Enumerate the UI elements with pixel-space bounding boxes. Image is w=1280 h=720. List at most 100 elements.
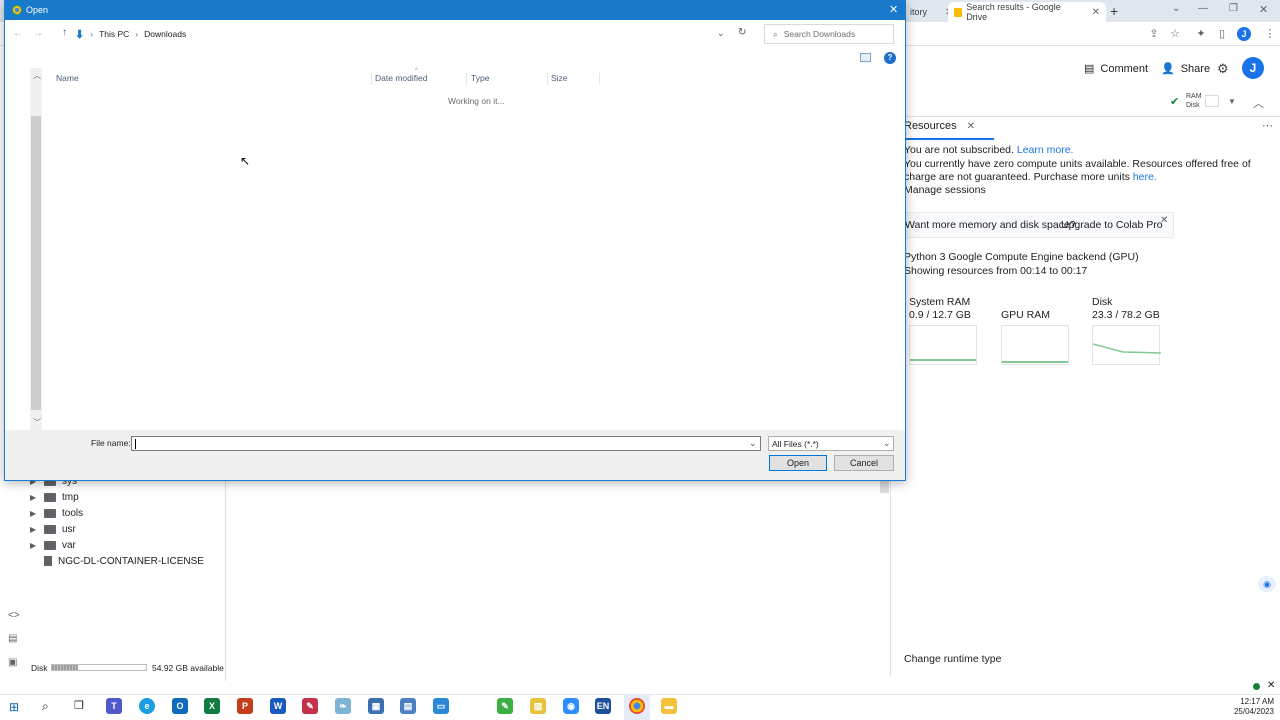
- restore-window-icon[interactable]: ❐: [1229, 3, 1238, 14]
- breadcrumb-downloads[interactable]: Downloads: [144, 29, 186, 39]
- share-button[interactable]: 👤 Share: [1161, 62, 1210, 76]
- assistant-icon[interactable]: ◉: [1258, 576, 1276, 592]
- code-snippets-icon[interactable]: <>: [8, 610, 20, 621]
- upsell-text: Want more memory and disk space?: [905, 219, 1076, 231]
- open-button[interactable]: Open: [769, 455, 827, 471]
- folder-icon: [44, 540, 56, 550]
- command-palette-icon[interactable]: ▤: [8, 633, 17, 644]
- close-tab-icon[interactable]: ✕: [1092, 7, 1100, 18]
- edge-icon[interactable]: e: [139, 698, 155, 714]
- folder-name: tmp: [62, 491, 79, 503]
- new-tab-button[interactable]: +: [1110, 3, 1118, 19]
- runtime-dropdown-icon[interactable]: ▼: [1228, 97, 1236, 106]
- expand-arrow-icon[interactable]: ▶: [30, 541, 38, 550]
- panel-more-icon[interactable]: ⋯: [1262, 119, 1273, 132]
- taskbar-search-icon[interactable]: ⌕: [42, 699, 49, 714]
- sticky-notes-icon[interactable]: ▨: [530, 698, 546, 714]
- settings-gear-icon[interactable]: ⚙: [1217, 61, 1229, 77]
- ram-disk-indicator[interactable]: RAM Disk: [1186, 92, 1202, 110]
- browser-tab-google-drive[interactable]: Search results - Google Drive ✕: [948, 2, 1106, 22]
- side-panel-icon[interactable]: ▯: [1214, 26, 1230, 42]
- scroll-up-icon[interactable]: ︿: [33, 70, 41, 81]
- folder-name: usr: [62, 523, 76, 535]
- outlook-icon[interactable]: O: [172, 698, 188, 714]
- teams-icon[interactable]: T: [106, 698, 122, 714]
- learn-more-link[interactable]: Learn more.: [1017, 144, 1074, 156]
- tree-folder[interactable]: ▶ usr: [30, 521, 76, 537]
- tree-folder[interactable]: ▶ tmp: [30, 489, 79, 505]
- here-link[interactable]: here.: [1133, 171, 1157, 183]
- dismiss-banner-icon[interactable]: ✕: [1160, 215, 1168, 226]
- chevron-down-icon[interactable]: ⌄: [1172, 3, 1180, 14]
- file-name-input[interactable]: ⌄: [131, 436, 761, 451]
- chrome-taskbar-icon[interactable]: [629, 698, 645, 714]
- profile-avatar[interactable]: J: [1237, 27, 1251, 41]
- help-icon[interactable]: ?: [884, 52, 896, 64]
- task-view-icon[interactable]: ❒: [74, 699, 84, 712]
- colab-avatar[interactable]: J: [1242, 57, 1264, 79]
- powerpoint-icon[interactable]: P: [237, 698, 253, 714]
- more-menu-icon[interactable]: ⋮: [1262, 26, 1278, 42]
- up-arrow-icon[interactable]: ↑: [62, 27, 67, 38]
- cancel-button[interactable]: Cancel: [834, 455, 894, 471]
- share-page-icon[interactable]: ⇪: [1146, 26, 1162, 42]
- dialog-close-icon[interactable]: ✕: [889, 3, 898, 16]
- forward-arrow-icon[interactable]: →: [33, 28, 43, 39]
- tree-folder[interactable]: ▶ tools: [30, 505, 83, 521]
- tree-file[interactable]: NGC-DL-CONTAINER-LICENSE: [44, 553, 204, 569]
- editor-scrollbar[interactable]: [880, 481, 889, 493]
- address-bar[interactable]: ⬇ › This PC › Downloads: [74, 24, 730, 44]
- bookmark-star-icon[interactable]: ☆: [1167, 26, 1183, 42]
- preview-pane-icon[interactable]: [860, 53, 871, 62]
- file-explorer-icon[interactable]: ▬: [661, 698, 677, 714]
- column-type[interactable]: Type: [471, 73, 548, 85]
- expand-arrow-icon[interactable]: ▶: [30, 493, 38, 502]
- scroll-down-icon[interactable]: ﹀: [33, 417, 41, 428]
- resources-tab[interactable]: Resources ✕: [904, 120, 975, 132]
- file-type-filter-select[interactable]: All Files (*.*) ⌄: [768, 436, 894, 451]
- loading-status: Working on it...: [448, 96, 505, 106]
- feather-app-icon[interactable]: ❧: [335, 698, 351, 714]
- column-date-modified[interactable]: Date modified: [375, 73, 467, 85]
- gauge-label: Disk: [1092, 296, 1113, 308]
- tree-folder[interactable]: ▶ var: [30, 537, 76, 553]
- search-downloads-input[interactable]: ⌕ Search Downloads: [764, 24, 894, 44]
- extensions-icon[interactable]: ✦: [1193, 26, 1209, 42]
- manage-sessions-link[interactable]: Manage sessions: [904, 184, 986, 197]
- expand-arrow-icon[interactable]: ▶: [30, 509, 38, 518]
- close-panel-icon[interactable]: ✕: [967, 121, 975, 132]
- windows-start-icon[interactable]: ⊞: [9, 700, 19, 714]
- column-size[interactable]: Size: [551, 73, 600, 85]
- disk-usage-label: Disk: [31, 663, 48, 673]
- upgrade-colab-pro-link[interactable]: Upgrade to Colab Pro: [1061, 219, 1163, 232]
- excel-icon[interactable]: X: [204, 698, 220, 714]
- close-window-icon[interactable]: ✕: [1259, 3, 1268, 16]
- calculator-icon[interactable]: ▦: [368, 698, 384, 714]
- gpu-usage-line: [1002, 361, 1068, 363]
- close-status-icon[interactable]: ✕: [1267, 680, 1275, 691]
- zoom-icon[interactable]: ◉: [563, 698, 579, 714]
- disk-label: Disk: [1186, 102, 1200, 109]
- collapse-header-icon[interactable]: ︿: [1253, 95, 1264, 111]
- word-icon[interactable]: W: [270, 698, 286, 714]
- back-arrow-icon[interactable]: ←: [13, 28, 23, 39]
- system-clock[interactable]: 12:17 AM 25/04/2023: [1230, 697, 1274, 717]
- spreadsheet-icon[interactable]: ▤: [400, 698, 416, 714]
- notepad-icon[interactable]: ✎: [497, 698, 513, 714]
- language-app-icon[interactable]: EN: [595, 698, 611, 714]
- app-icon[interactable]: ✎: [302, 698, 318, 714]
- file-name-dropdown-icon[interactable]: ⌄: [749, 438, 757, 449]
- breadcrumb-this-pc[interactable]: This PC: [99, 29, 129, 39]
- comment-button[interactable]: ▤ Comment: [1084, 62, 1148, 76]
- refresh-icon[interactable]: ↻: [738, 27, 746, 38]
- gpu-ram-gauge: GPU RAM: [1001, 296, 1069, 365]
- breadcrumb-separator: ›: [135, 29, 139, 39]
- column-name[interactable]: Name: [56, 73, 372, 85]
- address-history-dropdown-icon[interactable]: ⌄: [717, 28, 725, 39]
- expand-arrow-icon[interactable]: ▶: [30, 525, 38, 534]
- scrollbar-thumb[interactable]: [31, 116, 41, 410]
- minimize-window-icon[interactable]: —: [1198, 3, 1208, 14]
- terminal-icon[interactable]: ▣: [8, 657, 17, 668]
- remote-desktop-icon[interactable]: ▭: [433, 698, 449, 714]
- change-runtime-type-link[interactable]: Change runtime type: [904, 653, 1001, 666]
